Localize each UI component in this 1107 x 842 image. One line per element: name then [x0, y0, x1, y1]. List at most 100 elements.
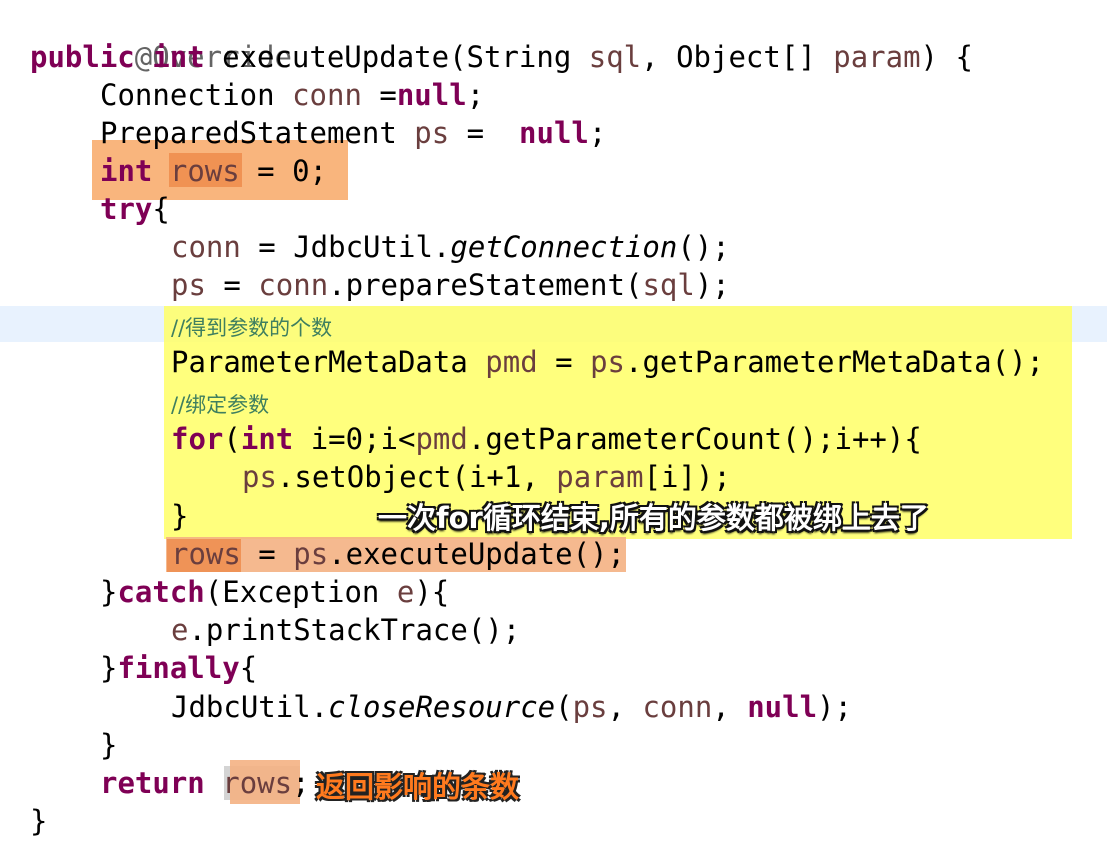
code-line: int rows = 0; — [100, 152, 327, 190]
code-text-segment: = — [205, 268, 259, 302]
code-comment: //得到参数的个数 — [171, 316, 333, 340]
code-line: ParameterMetaData pmd = ps.getParameterM… — [171, 343, 1044, 381]
code-text-segment: , — [712, 690, 748, 724]
code-line: JdbcUtil.closeResource(ps, conn, null); — [171, 688, 852, 726]
keyword: try — [100, 192, 153, 226]
code-text-segment: ){ — [414, 575, 450, 609]
code-line: try{ — [100, 190, 170, 228]
keyword: int — [152, 40, 205, 74]
code-line: conn = JdbcUtil.getConnection(); — [171, 228, 730, 266]
variable-name: ps — [242, 460, 277, 494]
code-text-segment: .executeUpdate(); — [328, 537, 625, 571]
code-line: //得到参数的个数 — [171, 306, 332, 344]
variable-name: ps — [572, 690, 608, 724]
code-text-segment: .setObject(i+1, — [276, 460, 557, 494]
code-text-segment: ( — [223, 422, 241, 456]
closing-brace: } — [30, 804, 48, 838]
keyword: return — [100, 766, 205, 800]
code-text-segment: ( — [555, 690, 573, 724]
code-line: public int executeUpdate(String sql, Obj… — [30, 38, 973, 76]
keyword: null — [396, 78, 467, 112]
code-text-segment: (); — [677, 230, 730, 264]
static-method: getConnection — [450, 230, 678, 264]
code-text-segment: , — [607, 690, 643, 724]
closing-brace: } — [100, 728, 118, 762]
code-text-segment: { — [239, 651, 258, 685]
code-text-segment: i=0;i< — [293, 422, 416, 456]
parameter-name: param — [833, 40, 921, 74]
variable-name: rows — [222, 766, 293, 800]
static-method: closeResource — [328, 690, 556, 724]
code-line: Connection conn =null; — [100, 76, 484, 114]
code-text-segment: = 0; — [239, 154, 328, 188]
code-text-segment: { — [152, 192, 170, 226]
code-text-segment: ; — [588, 116, 607, 150]
variable-name: rows — [171, 537, 241, 571]
type-name: Connection — [100, 78, 275, 112]
variable-name: ps — [590, 345, 625, 379]
code-text-segment: = — [537, 345, 591, 379]
keyword: for — [171, 422, 224, 456]
type-name: PreparedStatement — [100, 116, 397, 150]
variable-name: ps — [171, 268, 206, 302]
code-text-segment: ); — [694, 268, 730, 302]
callout-loop-note: 一次for循环结束,所有的参数都被绑上去了 — [378, 501, 929, 535]
code-editor[interactable]: @Override public int executeUpdate(Strin… — [0, 0, 1107, 842]
keyword: null — [747, 690, 818, 724]
keyword: public — [30, 40, 135, 74]
variable-name: pmd — [485, 345, 538, 379]
code-line: }catch(Exception e){ — [100, 573, 449, 611]
code-text-segment: ; — [292, 766, 310, 800]
code-text-segment: = — [361, 78, 397, 112]
code-line: ps = conn.prepareStatement(sql); — [171, 266, 730, 304]
variable-name: ps — [293, 537, 329, 571]
code-line: e.printStackTrace(); — [171, 611, 520, 649]
code-line: return rows; — [100, 764, 310, 802]
variable-name: sql — [642, 268, 695, 302]
variable-name: ps — [414, 116, 450, 150]
code-line: ps.setObject(i+1, param[i]); — [242, 458, 731, 496]
code-text-segment: } — [100, 575, 118, 609]
code-text-segment: ; — [466, 78, 485, 112]
code-text-segment: = — [449, 116, 520, 150]
keyword: null — [519, 116, 589, 150]
code-comment: //绑定参数 — [171, 393, 270, 417]
variable-name: rows — [169, 154, 240, 188]
variable-name: conn — [171, 230, 241, 264]
code-line: rows = ps.executeUpdate(); — [171, 535, 625, 573]
variable-name: e — [171, 613, 189, 647]
code-text-segment: = — [240, 537, 294, 571]
code-line: //绑定参数 — [171, 383, 269, 421]
code-text-segment: JdbcUtil. — [171, 690, 329, 724]
code-line: } — [100, 726, 117, 764]
code-line: for(int i=0;i<pmd.getParameterCount();i+… — [171, 420, 922, 458]
code-text-segment: [i]); — [643, 460, 731, 494]
code-line: @Override — [30, 0, 292, 74]
code-text-segment: .prepareStatement( — [328, 268, 643, 302]
variable-name: e — [396, 575, 415, 609]
code-line: } — [30, 802, 47, 840]
code-text-segment: ) { — [920, 40, 973, 74]
code-text-segment: ); — [817, 690, 852, 724]
code-line: PreparedStatement ps = null; — [100, 114, 606, 152]
code-text-segment: .getParameterCount();i++){ — [467, 422, 922, 456]
code-text-segment: (Exception — [204, 575, 397, 609]
keyword: int — [240, 422, 294, 456]
code-line: }finally{ — [100, 649, 257, 687]
parameter-name: sql — [588, 40, 642, 74]
callout-return-note: 返回影响的条数 — [316, 770, 520, 804]
keyword: finally — [117, 651, 240, 685]
code-text-segment: .getParameterMetaData(); — [624, 345, 1045, 379]
type-name: ParameterMetaData — [171, 345, 468, 379]
variable-name: conn — [258, 268, 329, 302]
code-line: } — [171, 497, 188, 535]
code-text-segment: .printStackTrace(); — [188, 613, 521, 647]
keyword: catch — [117, 575, 205, 609]
code-text-segment: executeUpdate(String — [222, 40, 572, 74]
closing-brace: } — [171, 499, 189, 533]
variable-name: conn — [642, 690, 713, 724]
code-text-segment: , Object[] — [641, 40, 816, 74]
variable-name: param — [556, 460, 644, 494]
keyword: int — [100, 154, 153, 188]
variable-name: conn — [292, 78, 362, 112]
